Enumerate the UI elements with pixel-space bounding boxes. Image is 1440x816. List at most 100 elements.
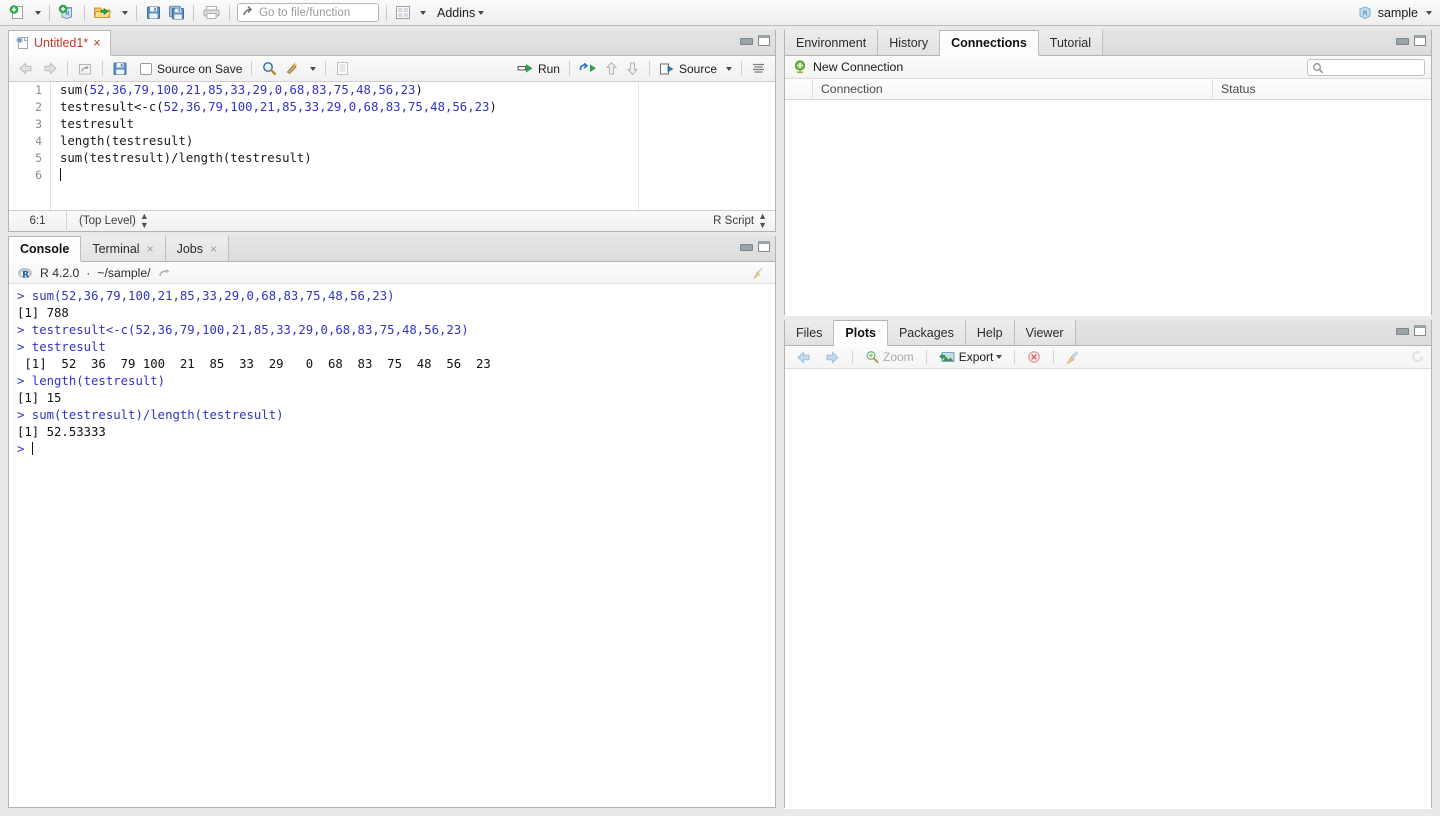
workspace-panes-button[interactable] [392,2,414,24]
connections-search-input[interactable] [1307,59,1425,76]
toolbar-divider [852,350,853,364]
console-input-text: > testresult [17,340,106,354]
line-number: 4 [9,133,50,150]
main-toolbar: R [0,0,1440,26]
new-file-dropdown[interactable] [29,2,44,24]
show-in-new-window-icon[interactable] [158,267,172,279]
minimize-icon[interactable] [1396,36,1407,45]
tab-close-icon[interactable]: × [210,243,217,255]
tab-label: Jobs [177,242,203,256]
goto-file-function-input[interactable]: Go to file/function [237,3,379,22]
plots-forward-button[interactable] [820,346,843,368]
tab-viewer[interactable]: Viewer [1015,320,1076,345]
open-file-dropdown[interactable] [116,2,131,24]
save-all-button[interactable] [165,2,188,24]
editor-save-button[interactable] [109,58,131,80]
maximize-icon[interactable] [758,35,770,46]
remove-plot-button[interactable] [1024,346,1044,368]
addins-button[interactable]: Addins [429,2,487,24]
code-line: length(testresult) [51,133,775,150]
tab-terminal[interactable]: Terminal× [81,236,165,261]
editor-toolbar: Source on Save [9,56,775,82]
plots-zoom-button[interactable]: Zoom [862,346,917,368]
column-header-status[interactable]: Status [1213,79,1431,100]
source-tab-untitled1[interactable]: R Untitled1* × [9,31,111,56]
code-lines-container[interactable]: sum(52,36,79,100,21,85,33,29,0,68,83,75,… [51,82,775,210]
tab-jobs[interactable]: Jobs × [166,236,229,261]
editor-forward-button[interactable] [38,58,61,80]
working-directory-link[interactable]: ~/sample/ [97,266,150,280]
file-type-selector[interactable]: R Script ▲▼ [713,212,767,230]
source-on-save-checkbox[interactable]: Source on Save [137,58,245,80]
editor-back-button[interactable] [15,58,38,80]
new-file-button[interactable] [6,2,29,24]
chevron-down-icon [726,67,732,71]
print-button[interactable] [199,2,224,24]
tab-connections[interactable]: Connections [940,31,1039,56]
source-tab-close-icon[interactable]: × [93,36,100,50]
tab-plots[interactable]: Plots [834,321,888,346]
code-tools-button[interactable] [281,58,304,80]
tab-files[interactable]: Files [785,320,834,345]
maximize-icon[interactable] [1414,325,1426,336]
document-outline-button[interactable] [332,58,353,80]
minimize-icon[interactable] [1396,326,1407,335]
tab-packages[interactable]: Packages [888,320,966,345]
source-dropdown[interactable] [720,58,735,80]
new-connection-button[interactable]: New Connection [791,56,906,78]
workspace-panes-dropdown[interactable] [414,2,429,24]
plots-display-area[interactable] [785,369,1431,809]
tab-environment[interactable]: Environment [785,30,878,55]
console-pane: ConsoleTerminal× Jobs × R R 4.2.0 · ~/samp… [8,236,776,808]
editor-status-bar: 6:1 (Top Level) ▲▼ R Script ▲▼ [9,210,775,231]
toolbar-divider [1014,350,1015,364]
toolbar-divider [741,61,742,76]
project-selector[interactable]: R sample [1357,0,1432,26]
tab-help[interactable]: Help [966,320,1015,345]
run-button[interactable]: Run [514,58,563,80]
show-in-new-window-button[interactable] [74,58,96,80]
next-chunk-button[interactable] [622,58,643,80]
show-outline-button[interactable] [748,58,769,80]
minimize-icon[interactable] [740,36,751,45]
new-project-button[interactable]: R [55,2,79,24]
plots-export-button[interactable]: Export [936,346,1006,368]
save-button[interactable] [142,2,165,24]
maximize-icon[interactable] [758,241,770,252]
code-tools-icon [284,61,301,76]
console-output[interactable]: > sum(52,36,79,100,21,85,33,29,0,68,83,7… [9,284,775,784]
tab-tutorial[interactable]: Tutorial [1039,30,1103,55]
environment-pane-controls [1396,35,1426,46]
plots-refresh-button[interactable] [1410,349,1425,364]
previous-chunk-button[interactable] [601,58,622,80]
plots-back-button[interactable] [793,346,816,368]
back-arrow-icon [18,62,35,75]
scope-selector[interactable]: (Top Level) ▲▼ [67,212,149,230]
broom-clear-icon[interactable] [752,266,766,280]
minimize-icon[interactable] [740,242,751,251]
source-button[interactable]: Source [656,58,720,80]
source-tabbar: R Untitled1* × [9,31,775,56]
zoom-magnifier-icon [865,350,880,364]
rerun-button[interactable] [576,58,601,80]
console-output-line: [1] 52.53333 [17,424,775,441]
project-name: sample [1378,6,1418,20]
open-file-button[interactable] [90,2,116,24]
column-header-connection[interactable]: Connection [813,79,1213,100]
export-image-icon [939,350,956,364]
clear-plots-button[interactable] [1063,346,1084,368]
separator-dot: · [86,266,90,280]
tab-history[interactable]: History [878,30,940,55]
find-replace-button[interactable] [258,58,281,80]
tab-close-icon[interactable]: × [147,243,154,255]
maximize-icon[interactable] [1414,35,1426,46]
r-version-label: R 4.2.0 [40,266,79,280]
console-session-header: R R 4.2.0 · ~/sample/ [9,262,775,284]
toolbar-divider [229,5,230,21]
code-tools-dropdown[interactable] [304,58,319,80]
console-pane-controls [740,241,770,252]
tab-console[interactable]: Console [9,237,81,262]
tab-label: Tutorial [1050,36,1091,50]
code-editor[interactable]: 1 2 3 4 5 6 sum(52,36,79,100,21,85,33,29… [9,82,775,210]
goto-placeholder-text: Go to file/function [259,7,350,19]
